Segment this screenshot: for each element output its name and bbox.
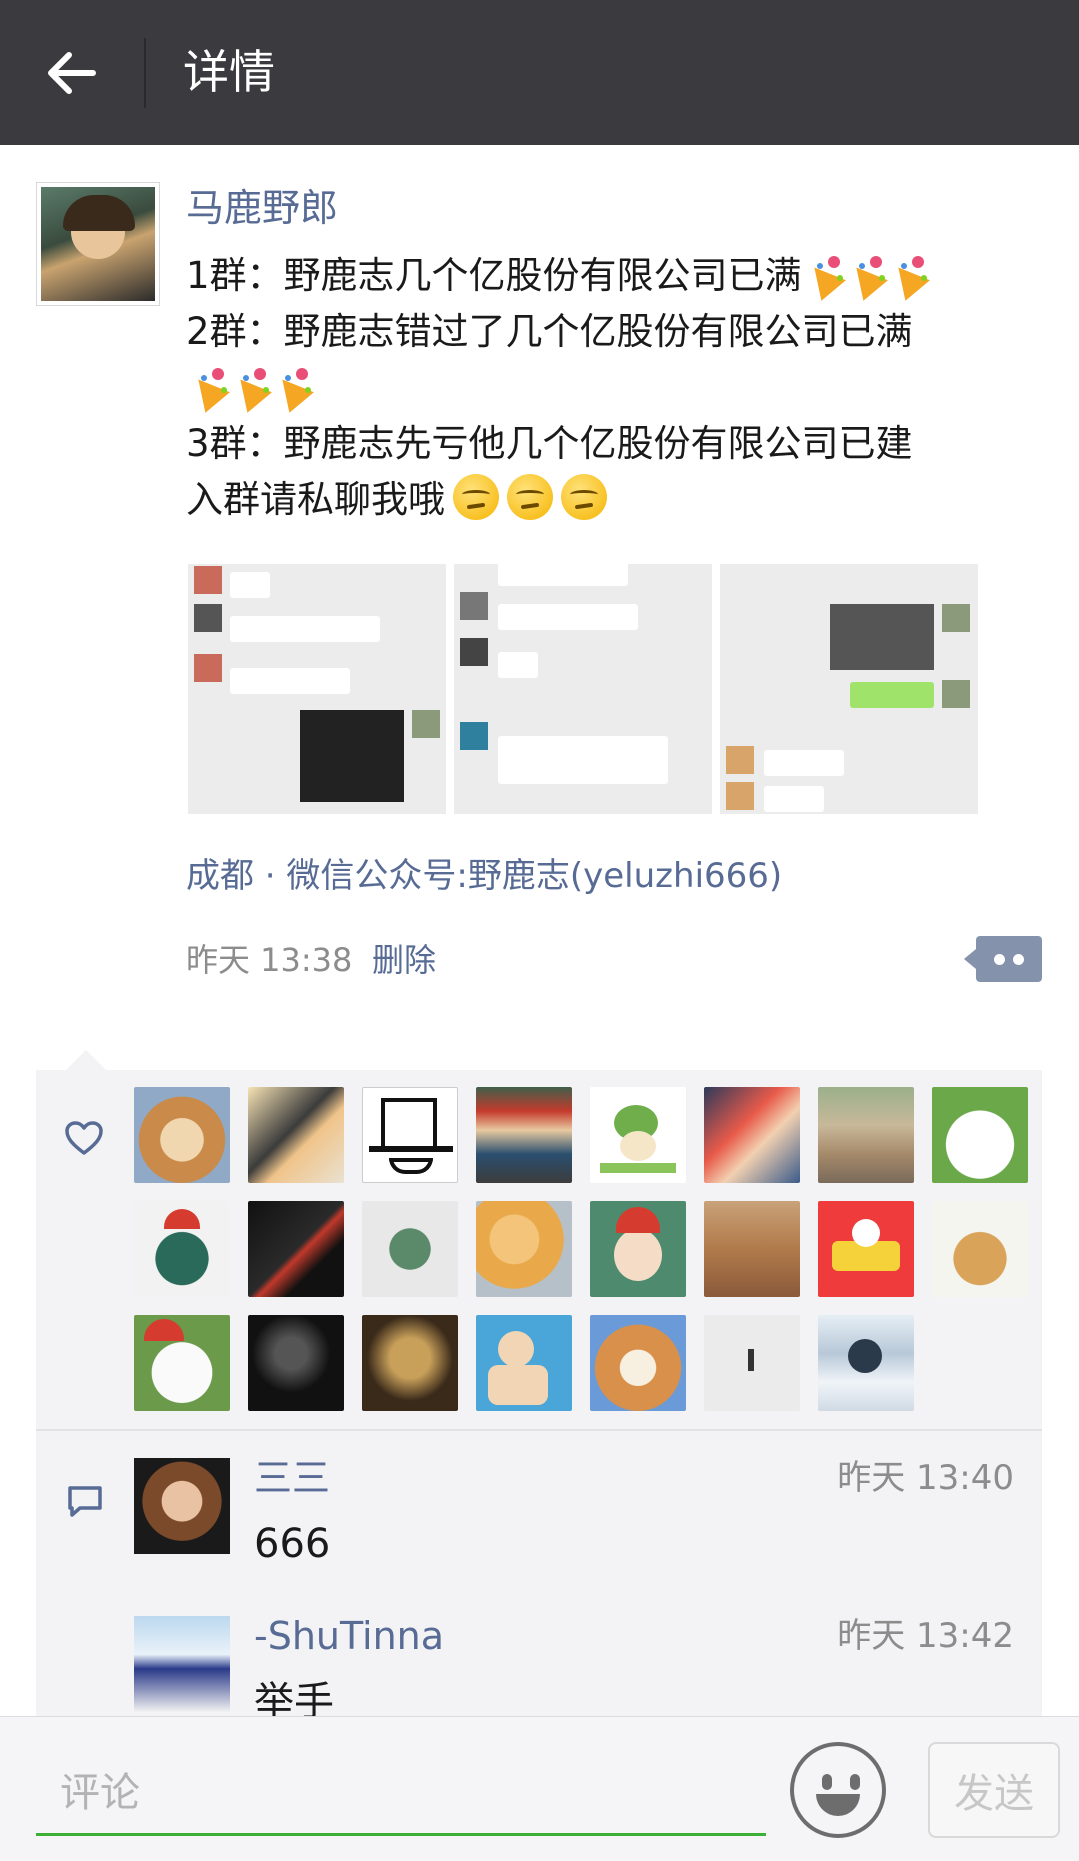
header-divider xyxy=(144,38,146,108)
post-line-2: 2群：野鹿志错过了几个亿股份有限公司已满 xyxy=(186,310,913,353)
commenter-avatar[interactable] xyxy=(134,1458,230,1554)
liker-avatar[interactable] xyxy=(818,1201,914,1297)
comment-text: 举手 xyxy=(254,1679,334,1716)
delete-link[interactable]: 删除 xyxy=(372,932,436,988)
liker-avatar[interactable] xyxy=(134,1087,230,1183)
post-line-3: 3群：野鹿志先亏他几个亿股份有限公司已建 xyxy=(186,422,913,465)
top-bar: 详情 xyxy=(0,0,1079,145)
post-line-4: 入群请私聊我哦 xyxy=(186,478,445,521)
comment-input[interactable] xyxy=(36,1752,766,1836)
arrow-left-icon xyxy=(48,52,96,94)
liker-avatar[interactable] xyxy=(590,1201,686,1297)
smirk-face-icon xyxy=(507,474,553,520)
liker-avatar[interactable] xyxy=(476,1315,572,1411)
post-images xyxy=(188,564,978,814)
panel-pointer xyxy=(66,1050,106,1070)
liker-avatar[interactable] xyxy=(248,1201,344,1297)
liker-avatar[interactable] xyxy=(818,1087,914,1183)
party-popper-icon xyxy=(230,366,270,406)
liker-avatar[interactable] xyxy=(362,1201,458,1297)
liker-avatar[interactable] xyxy=(818,1315,914,1411)
liker-avatar[interactable] xyxy=(134,1315,230,1411)
smirk-face-icon xyxy=(453,474,499,520)
liker-avatar[interactable] xyxy=(704,1087,800,1183)
liker-avatar[interactable] xyxy=(362,1315,458,1411)
party-popper-icon xyxy=(804,254,844,294)
dot-icon xyxy=(1013,953,1024,965)
post-image-1[interactable] xyxy=(188,564,446,814)
comment-time: 昨天 13:42 xyxy=(837,1616,1014,1656)
party-popper-icon xyxy=(888,254,928,294)
heart-icon xyxy=(65,1121,103,1155)
party-popper-icon xyxy=(272,366,312,406)
commenter-name[interactable]: 三三 xyxy=(254,1450,330,1506)
liker-avatar[interactable] xyxy=(590,1315,686,1411)
commenter-name[interactable]: -ShuTinna xyxy=(254,1616,444,1664)
comment-icon xyxy=(68,1486,102,1517)
post-text: 1群：野鹿志几个亿股份有限公司已满 2群：野鹿志错过了几个亿股份有限公司已满 3… xyxy=(186,248,1026,528)
liker-avatar[interactable] xyxy=(932,1201,1028,1297)
likes-divider xyxy=(36,1429,1042,1431)
party-popper-icon xyxy=(188,366,228,406)
more-actions-button[interactable] xyxy=(964,936,1042,982)
post-line-1: 1群：野鹿志几个亿股份有限公司已满 xyxy=(186,254,802,297)
back-button[interactable] xyxy=(36,38,106,108)
liker-avatar[interactable] xyxy=(932,1087,1028,1183)
post-image-3[interactable] xyxy=(720,564,978,814)
liker-avatar[interactable] xyxy=(704,1201,800,1297)
liker-avatar[interactable] xyxy=(476,1201,572,1297)
smiley-face-icon[interactable] xyxy=(790,1742,886,1838)
comment-time: 昨天 13:40 xyxy=(837,1458,1014,1498)
post-location[interactable]: 成都 · 微信公众号:野鹿志(yeluzhi666) xyxy=(186,848,782,904)
author-name[interactable]: 马鹿野郎 xyxy=(186,180,338,236)
dot-icon xyxy=(994,953,1005,965)
page-title: 详情 xyxy=(183,45,275,99)
post-time: 昨天 13:38 xyxy=(186,941,353,979)
post-image-2[interactable] xyxy=(454,564,712,814)
liker-avatar[interactable] xyxy=(248,1087,344,1183)
liker-avatar[interactable] xyxy=(134,1201,230,1297)
comment-item[interactable]: -ShuTinna 昨天 13:42 举手 xyxy=(134,1616,1014,1716)
liker-avatar[interactable] xyxy=(476,1087,572,1183)
liker-avatar[interactable] xyxy=(590,1087,686,1183)
smirk-face-icon xyxy=(561,474,607,520)
comment-item[interactable]: 三三 昨天 13:40 666 xyxy=(134,1456,1014,1568)
commenter-avatar[interactable] xyxy=(134,1616,230,1712)
likes-grid xyxy=(134,1087,1030,1411)
send-button[interactable]: 发送 xyxy=(928,1742,1060,1838)
liker-avatar[interactable] xyxy=(704,1315,800,1411)
liker-avatar[interactable] xyxy=(362,1087,458,1183)
party-popper-icon xyxy=(846,254,886,294)
liker-avatar[interactable] xyxy=(248,1315,344,1411)
comment-text: 666 xyxy=(254,1521,331,1567)
author-avatar[interactable] xyxy=(36,182,160,306)
